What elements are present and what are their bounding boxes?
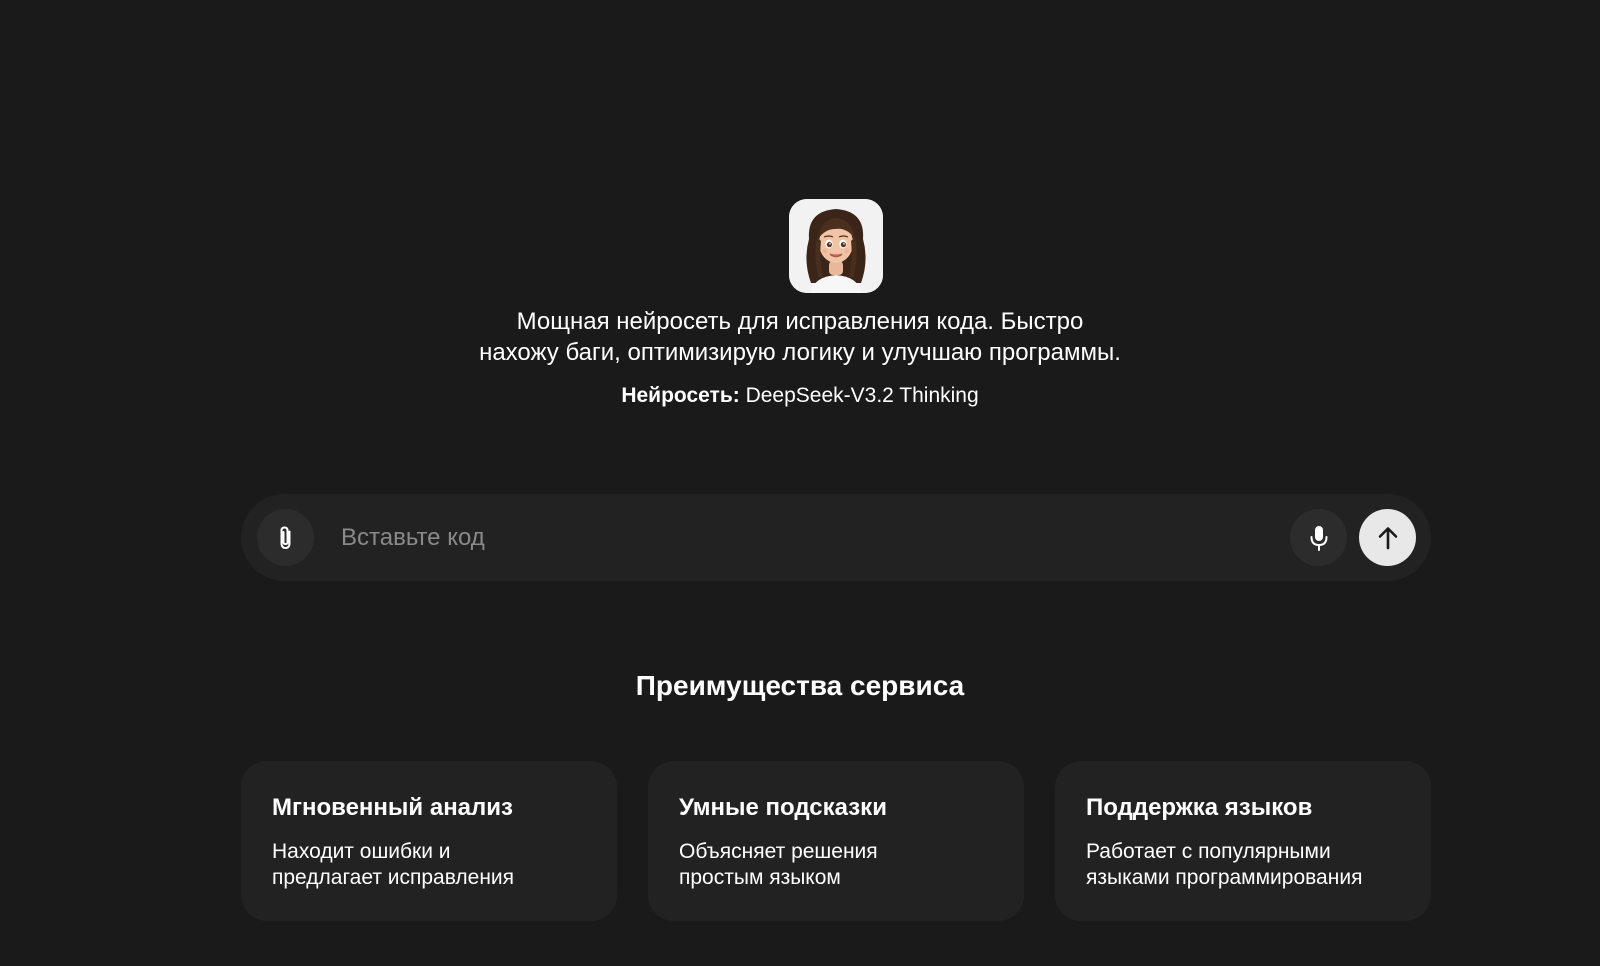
attach-button[interactable] bbox=[257, 509, 314, 566]
benefit-card-text-line-2: языками программирования bbox=[1086, 866, 1363, 889]
microphone-button[interactable] bbox=[1290, 509, 1347, 566]
benefit-card-text-line-1: Объясняет решения bbox=[679, 840, 878, 863]
page: Мощная нейросеть для исправления кода. Б… bbox=[0, 0, 1600, 966]
benefit-card-smart-hints: Умные подсказки Объясняет решения просты… bbox=[648, 761, 1024, 921]
chat-input-bar bbox=[241, 494, 1431, 581]
benefit-card-text-line-1: Находит ошибки и bbox=[272, 840, 451, 863]
benefits-cards: Мгновенный анализ Находит ошибки и предл… bbox=[241, 761, 1431, 921]
description-line-1: Мощная нейросеть для исправления кода. Б… bbox=[516, 308, 1084, 335]
model-name: DeepSeek-V3.2 Thinking bbox=[745, 384, 979, 407]
model-info: Нейросеть: DeepSeek-V3.2 Thinking bbox=[400, 382, 1200, 410]
benefit-card-title: Поддержка языков bbox=[1086, 794, 1313, 821]
arrow-up-icon bbox=[1378, 526, 1397, 549]
benefit-card-title: Умные подсказки bbox=[679, 794, 887, 821]
benefit-card-title: Мгновенный анализ bbox=[272, 794, 513, 821]
send-button[interactable] bbox=[1359, 509, 1416, 566]
benefit-card-text-line-2: предлагает исправления bbox=[272, 866, 515, 889]
benefit-card-language-support: Поддержка языков Работает с популярными … bbox=[1055, 761, 1431, 921]
avatar-illustration bbox=[789, 199, 883, 293]
model-label: Нейросеть: bbox=[621, 384, 740, 407]
assistant-description: Мощная нейросеть для исправления кода. Б… bbox=[400, 306, 1200, 368]
benefits-title: Преимущества сервиса bbox=[635, 670, 965, 701]
benefit-card-text-line-2: простым языком bbox=[679, 866, 841, 889]
benefit-card-instant-analysis: Мгновенный анализ Находит ошибки и предл… bbox=[241, 761, 617, 921]
paperclip-icon bbox=[280, 526, 290, 549]
assistant-avatar bbox=[789, 199, 883, 293]
code-input[interactable] bbox=[341, 516, 1241, 559]
microphone-icon bbox=[1310, 525, 1327, 551]
description-line-2: нахожу баги, оптимизирую логику и улучша… bbox=[479, 339, 1121, 366]
benefit-card-text-line-1: Работает с популярными bbox=[1086, 840, 1331, 863]
